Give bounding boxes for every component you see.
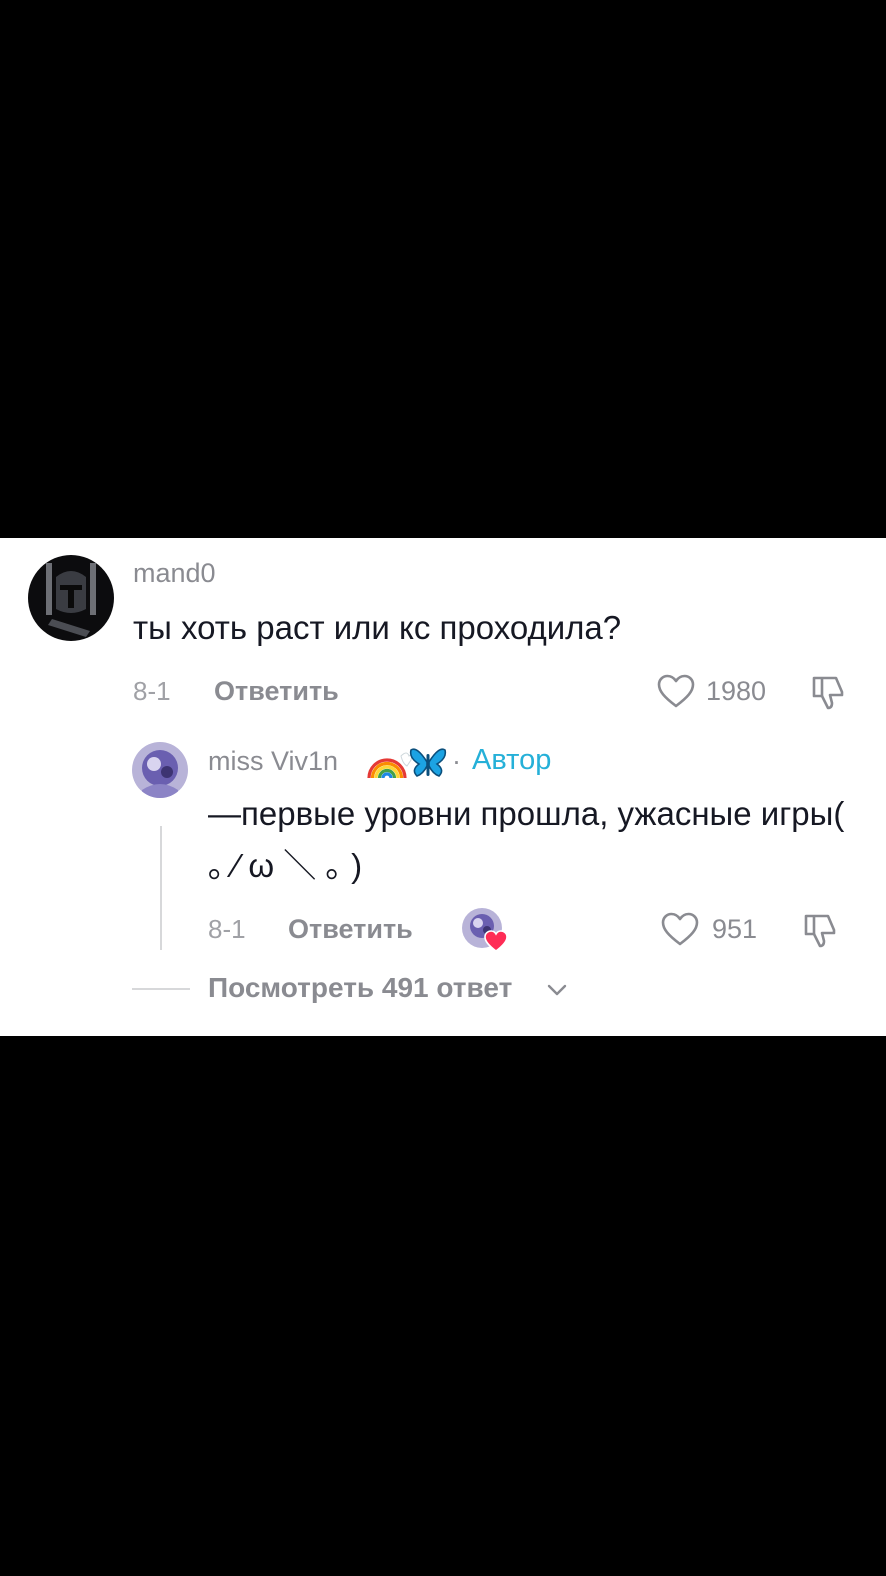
rainbow-icon [367, 752, 413, 779]
comment-date: 8-1 [133, 676, 171, 706]
reply-to-reply-button[interactable]: Ответить [288, 914, 413, 945]
reply-button[interactable]: Ответить [214, 676, 339, 707]
chevron-down-icon[interactable] [544, 978, 570, 1002]
video-frame: mand0 ты хоть раст или кс проходила? 8-1… [0, 0, 886, 1576]
like-count: 1980 [706, 676, 767, 706]
reply-date: 8-1 [208, 914, 246, 944]
comment-text: ты хоть раст или кс проходила? [133, 609, 622, 646]
reply-text: —первые уровни прошла, ужасные игры( ｡ ⁄… [208, 795, 845, 884]
butterfly-icon [409, 748, 447, 777]
reply-avatar[interactable] [132, 742, 188, 798]
view-more-divider [132, 988, 190, 990]
reply-like-count: 951 [712, 914, 758, 944]
thumbs-down-icon[interactable] [808, 672, 848, 712]
author-badge: Автор [472, 744, 552, 776]
comment-panel: mand0 ты хоть раст или кс проходила? 8-1… [0, 538, 886, 1036]
reply-username[interactable]: miss Viv1n [208, 746, 338, 777]
view-more-replies-button[interactable]: Посмотреть 491 ответ [208, 972, 512, 1004]
heart-badge-icon [484, 930, 508, 952]
comment-username[interactable]: mand0 [133, 558, 216, 589]
reply-thread-line [160, 826, 162, 950]
purple-avatar-image [132, 742, 188, 798]
username-emoji [367, 742, 447, 782]
helmet-avatar-image [28, 555, 114, 641]
thumbs-down-icon[interactable] [800, 910, 840, 950]
separator-dot: · [452, 746, 461, 776]
avatar[interactable] [28, 555, 114, 641]
heart-icon[interactable] [660, 910, 700, 950]
heart-icon[interactable] [656, 672, 696, 712]
